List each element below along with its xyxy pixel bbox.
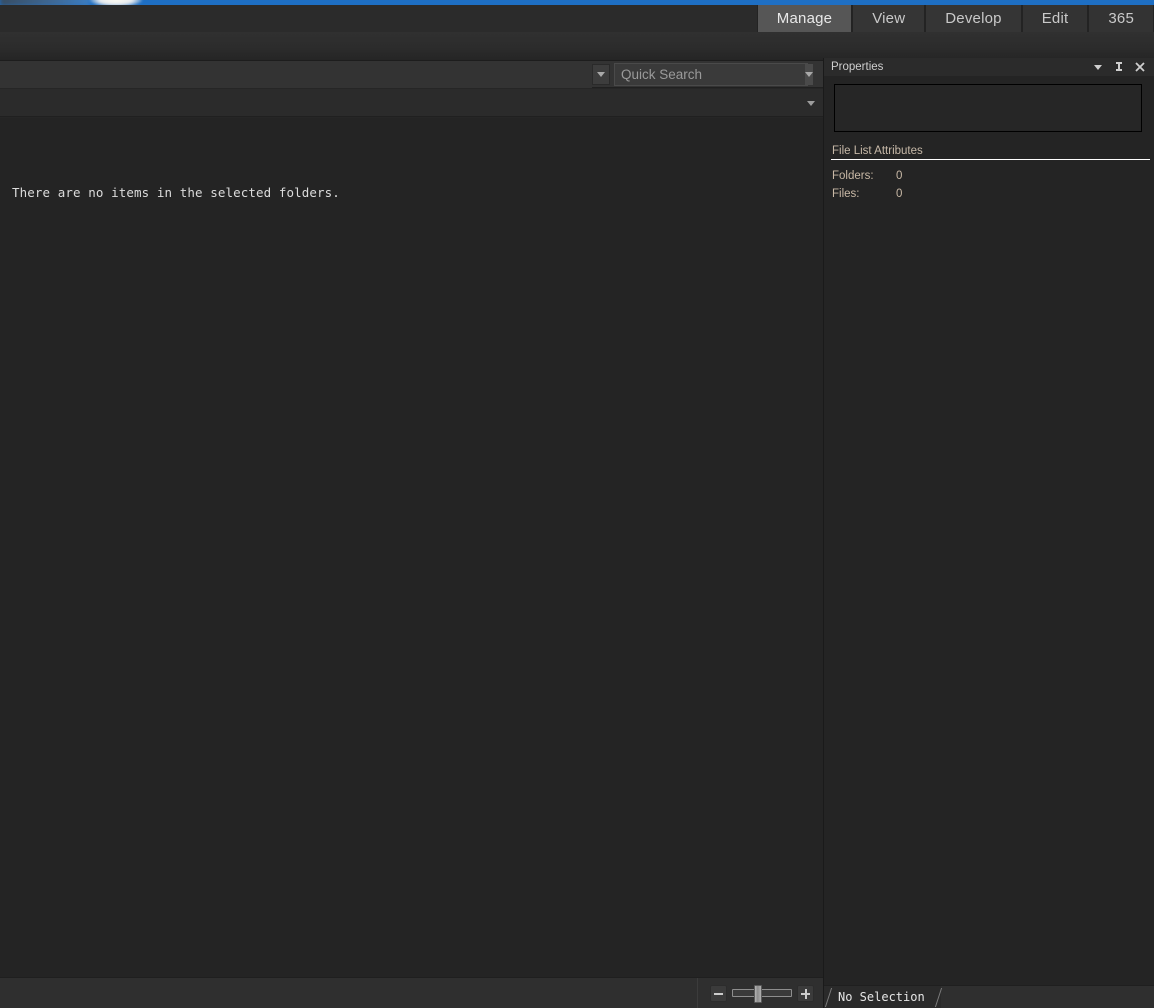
panel-title-buttons — [1092, 61, 1150, 73]
tab-edit-label: Edit — [1042, 10, 1069, 27]
search-dropdown-button[interactable] — [804, 64, 813, 85]
properties-status-bar: No Selection — [824, 985, 1154, 1008]
zoom-slider[interactable] — [732, 989, 792, 997]
thumbnail-zoom-control — [697, 978, 823, 1008]
property-row-files: Files: 0 — [824, 185, 1154, 203]
mode-tab-bar: Manage View Develop Edit 365 — [0, 5, 1154, 32]
file-list-status-bar — [0, 977, 823, 1008]
property-row-folders: Folders: 0 — [824, 167, 1154, 185]
search-input[interactable] — [615, 67, 804, 82]
tab-365-label: 365 — [1108, 10, 1134, 27]
toolbar-band — [0, 32, 1154, 61]
chevron-down-icon — [805, 72, 813, 77]
tab-edit[interactable]: Edit — [1022, 5, 1089, 32]
application-window: Manage View Develop Edit 365 — [0, 0, 1154, 1008]
properties-panel-titlebar: Properties — [824, 58, 1154, 76]
tab-view-label: View — [872, 10, 905, 27]
file-list-sort-bar — [0, 89, 823, 117]
zoom-slider-thumb[interactable] — [754, 985, 762, 1003]
property-label: Folders: — [824, 170, 896, 182]
section-divider — [831, 159, 1150, 160]
file-browser-pane: There are no items in the selected folde… — [0, 61, 823, 1008]
properties-preview-thumbnail — [834, 84, 1142, 132]
tab-365[interactable]: 365 — [1088, 5, 1154, 32]
selection-status-label: No Selection — [838, 990, 925, 1004]
tab-view[interactable]: View — [852, 5, 925, 32]
pin-icon[interactable] — [1113, 61, 1125, 73]
filter-dropdown-button[interactable] — [592, 64, 610, 85]
section-heading-file-list-attributes: File List Attributes — [832, 145, 1148, 158]
chevron-down-icon — [597, 72, 605, 77]
tab-manage-label: Manage — [777, 10, 832, 27]
filter-bar[interactable] — [0, 61, 592, 88]
selection-status-tag: No Selection — [824, 986, 941, 1008]
tab-manage[interactable]: Manage — [757, 5, 852, 32]
properties-pane: Properties — [824, 58, 1154, 1008]
chevron-down-icon[interactable] — [1092, 61, 1104, 73]
close-icon[interactable] — [1134, 61, 1146, 73]
file-list-view[interactable]: There are no items in the selected folde… — [0, 118, 823, 1008]
property-value: 0 — [896, 188, 902, 200]
property-label: Files: — [824, 188, 896, 200]
zoom-in-button[interactable] — [797, 985, 814, 1002]
tab-develop[interactable]: Develop — [925, 5, 1021, 32]
tab-develop-label: Develop — [945, 10, 1001, 27]
empty-state-message: There are no items in the selected folde… — [12, 185, 340, 200]
quick-search-box[interactable] — [614, 63, 808, 86]
property-value: 0 — [896, 170, 902, 182]
panel-title: Properties — [831, 61, 1092, 73]
chevron-down-icon[interactable] — [807, 101, 815, 106]
file-list-toolbar — [0, 61, 823, 88]
zoom-out-button[interactable] — [710, 985, 727, 1002]
file-list-attributes-rows: Folders: 0 Files: 0 — [824, 167, 1154, 203]
